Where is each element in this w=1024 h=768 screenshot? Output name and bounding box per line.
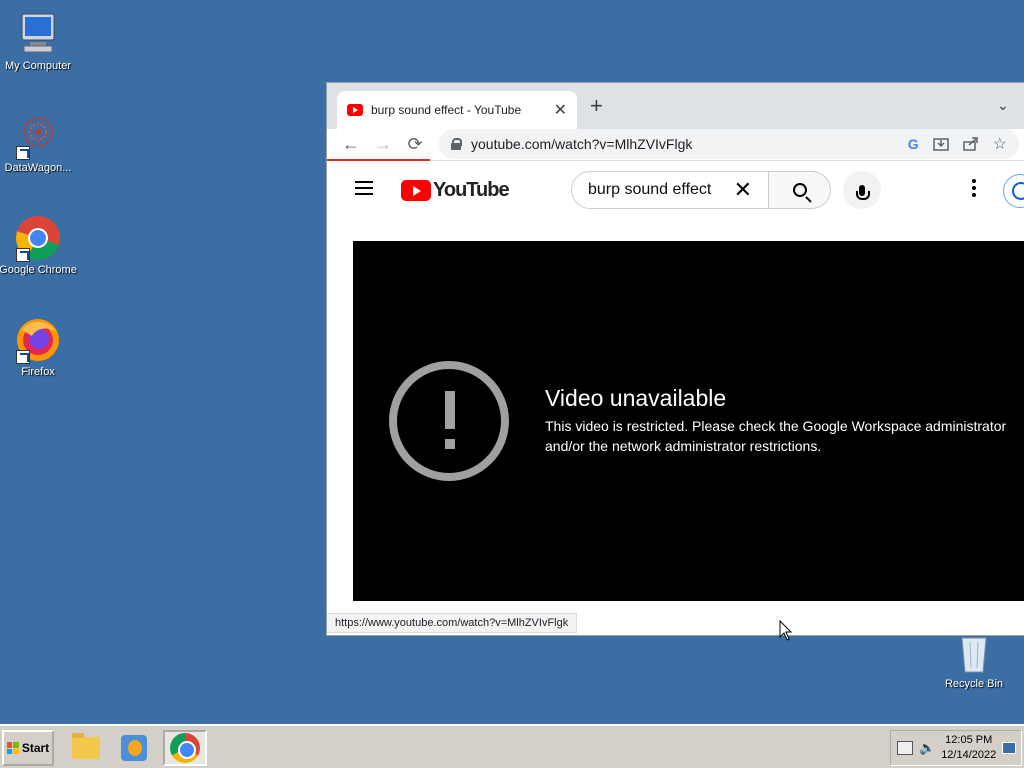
taskbar-media-player[interactable] <box>112 730 156 766</box>
google-lens-icon[interactable]: G <box>908 136 919 152</box>
folder-icon <box>72 733 100 759</box>
desktop-icon-firefox[interactable]: Firefox <box>0 316 78 378</box>
youtube-play-icon <box>401 180 431 201</box>
desktop-icon-label: Recycle Bin <box>944 678 1004 690</box>
desktop-icon-datawagon[interactable]: DataWagon... <box>0 112 78 174</box>
lock-icon[interactable] <box>451 138 462 150</box>
back-button[interactable]: ← <box>335 131 367 159</box>
show-desktop-icon[interactable] <box>1002 742 1017 754</box>
windows-logo-icon <box>6 742 19 754</box>
search-input[interactable]: burp sound effect ✕ <box>571 171 769 209</box>
clock-time: 12:05 PM <box>945 734 993 746</box>
sign-in-avatar-icon[interactable] <box>1003 174 1024 208</box>
search-query[interactable]: burp sound effect <box>588 181 734 199</box>
video-player[interactable]: Video unavailable This video is restrict… <box>353 241 1024 601</box>
browser-window: burp sound effect - YouTube ✕ + ⌄ ← → ⟳ … <box>326 82 1024 636</box>
link-status-bar: https://www.youtube.com/watch?v=MlhZVIvF… <box>327 613 578 633</box>
network-icon[interactable] <box>897 741 913 755</box>
bookmark-star-icon[interactable]: ☆ <box>993 134 1007 154</box>
reload-button[interactable]: ⟳ <box>399 131 431 159</box>
youtube-logo-text: YouTube <box>433 179 510 201</box>
tab-youtube[interactable]: burp sound effect - YouTube ✕ <box>337 91 577 129</box>
youtube-logo[interactable]: YouTube <box>401 179 510 202</box>
system-tray: 🔈 12:05 PM 12/14/2022 <box>890 730 1022 766</box>
datawagon-icon <box>14 112 62 160</box>
error-message: This video is restricted. Please check t… <box>545 418 1007 454</box>
menu-icon[interactable] <box>355 181 373 195</box>
new-tab-button[interactable]: + <box>590 93 603 119</box>
clock[interactable]: 12:05 PM 12/14/2022 <box>941 733 996 763</box>
error-title: Video unavailable <box>545 385 727 411</box>
start-button[interactable]: Start <box>2 730 54 766</box>
recycle-bin-icon <box>950 634 998 676</box>
shortcut-arrow-icon <box>16 248 30 262</box>
search-icon <box>792 183 807 197</box>
desktop-icon-label: DataWagon... <box>4 162 72 174</box>
youtube-favicon-icon <box>347 104 363 116</box>
browser-toolbar: ← → ⟳ youtube.com/watch?v=MlhZVIvFlgk G … <box>327 129 1024 161</box>
shortcut-arrow-icon <box>16 146 30 160</box>
clock-date: 12/14/2022 <box>941 749 997 761</box>
url-text[interactable]: youtube.com/watch?v=MlhZVIvFlgk <box>471 136 908 152</box>
start-label: Start <box>21 741 50 755</box>
taskbar: Start 🔈 12:05 PM 12/14/2022 <box>0 724 1024 768</box>
install-app-icon[interactable] <box>932 136 949 152</box>
more-options-icon[interactable] <box>972 179 976 200</box>
tab-search-chevron-icon[interactable]: ⌄ <box>997 97 1009 114</box>
shortcut-arrow-icon <box>16 350 30 364</box>
clear-search-icon[interactable]: ✕ <box>734 177 752 203</box>
address-bar[interactable]: youtube.com/watch?v=MlhZVIvFlgk G ☆ <box>439 129 1019 159</box>
firefox-icon <box>14 316 62 364</box>
microphone-icon <box>856 184 870 200</box>
voice-search-button[interactable] <box>843 171 881 209</box>
desktop-icon-label: Google Chrome <box>0 264 77 276</box>
my-computer-icon <box>14 10 62 58</box>
chrome-icon <box>14 214 62 262</box>
taskbar-chrome[interactable] <box>163 730 207 766</box>
warning-icon <box>389 361 509 481</box>
mouse-cursor-icon <box>779 620 793 641</box>
tab-strip: burp sound effect - YouTube ✕ + ⌄ <box>327 83 1024 129</box>
desktop-icon-my-computer[interactable]: My Computer <box>0 10 78 72</box>
share-icon[interactable] <box>962 136 979 152</box>
search-button[interactable] <box>769 171 831 209</box>
youtube-header: YouTube burp sound effect ✕ <box>327 161 1024 221</box>
close-tab-icon[interactable]: ✕ <box>554 100 567 120</box>
taskbar-explorer[interactable] <box>64 730 108 766</box>
desktop-icon-label: Firefox <box>21 366 55 378</box>
forward-button[interactable]: → <box>367 131 399 159</box>
desktop-icon-recycle-bin[interactable]: Recycle Bin <box>934 634 1014 690</box>
desktop-icon-google-chrome[interactable]: Google Chrome <box>0 214 78 276</box>
omnibox-actions: G ☆ <box>908 134 1007 154</box>
chrome-icon <box>170 733 200 763</box>
tab-title: burp sound effect - YouTube <box>371 103 522 117</box>
media-player-icon <box>121 735 147 761</box>
desktop-icon-label: My Computer <box>4 60 72 72</box>
volume-icon[interactable]: 🔈 <box>919 740 935 756</box>
